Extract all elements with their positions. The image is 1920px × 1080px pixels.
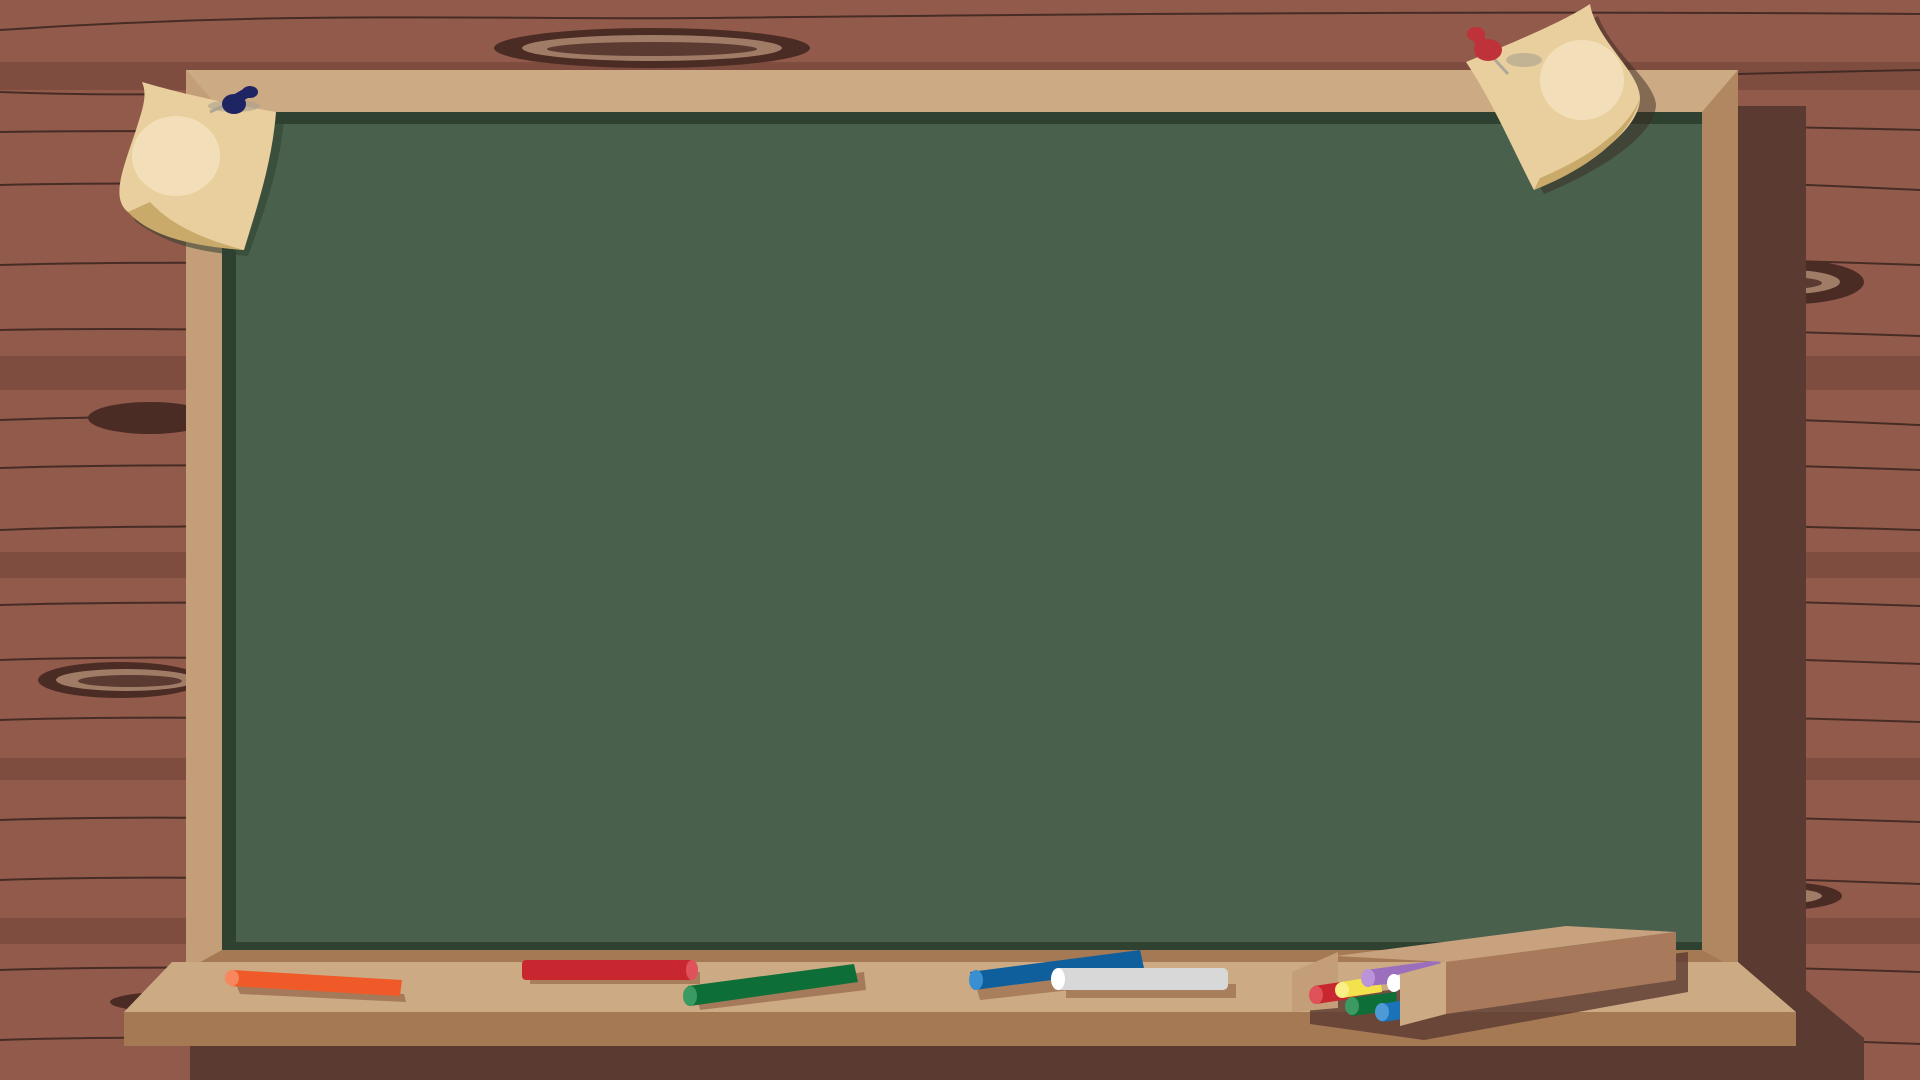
classroom-chalkboard-scene: [0, 0, 1920, 1080]
chalk-tip: [225, 970, 239, 986]
note-highlight: [132, 116, 220, 196]
chalk-body: [1054, 968, 1228, 990]
wood-knot: [38, 662, 202, 698]
chalk-red: [522, 960, 700, 984]
board-surface: [236, 124, 1702, 942]
note-highlight: [1540, 40, 1624, 120]
chalk-tip: [1051, 968, 1065, 990]
chalkboard: [186, 70, 1738, 970]
chalk-tip: [686, 960, 698, 980]
chalk-body: [522, 960, 694, 980]
chalk-tip: [969, 970, 983, 990]
frame-right-bevel: [1702, 70, 1738, 970]
chalk-tip: [683, 986, 697, 1006]
wood-knot: [494, 28, 810, 68]
chalk-white: [1051, 968, 1236, 998]
